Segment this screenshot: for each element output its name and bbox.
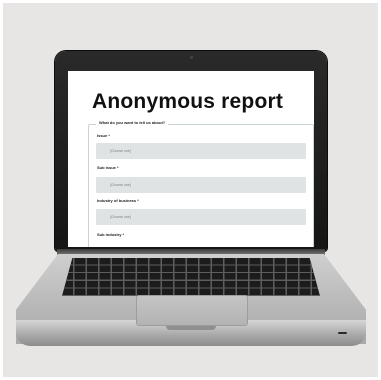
industry-select[interactable]: [Choose one] (96, 209, 306, 225)
issue-label: Issue * (97, 133, 110, 138)
sub-industry-label: Sub industry * (97, 232, 125, 237)
industry-select-value: [Choose one] (110, 215, 131, 219)
issue-select-value: [Choose one] (110, 149, 131, 153)
laptop-screen: Anonymous report What do you want to tel… (68, 71, 314, 247)
form-legend: What do you want to tell us about? (96, 120, 169, 125)
laptop-lid: Anonymous report What do you want to tel… (55, 51, 327, 251)
trackpad (136, 295, 248, 326)
webcam-icon (190, 56, 193, 59)
lid-opening-notch (166, 326, 216, 330)
sub-issue-select-value: [Choose one] (110, 183, 131, 187)
industry-label: Industry of business * (97, 198, 139, 203)
sub-issue-select[interactable]: [Choose one] (96, 177, 306, 193)
keyboard (62, 258, 320, 296)
issue-select[interactable]: [Choose one] (96, 143, 306, 159)
sub-issue-label: Sub issue * (97, 165, 119, 170)
status-light-icon (338, 332, 347, 334)
page-title: Anonymous report (92, 90, 284, 113)
